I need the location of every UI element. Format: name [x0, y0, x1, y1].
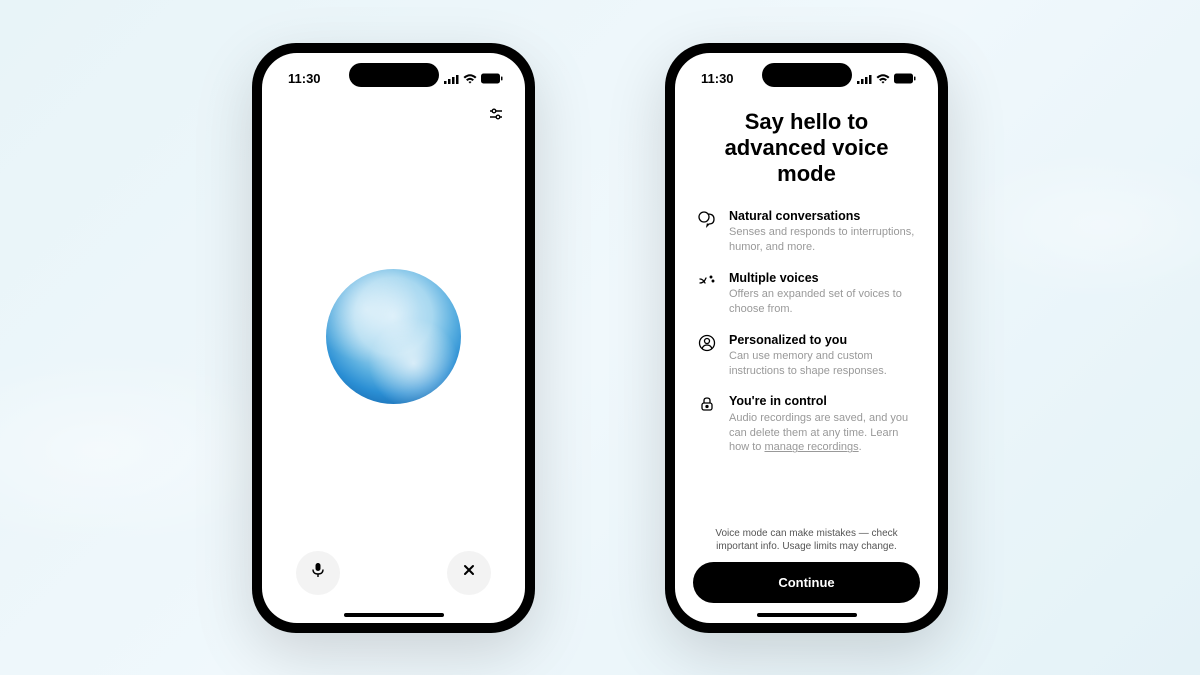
close-button[interactable]: [447, 551, 491, 595]
voice-orb-container: [262, 123, 525, 551]
signal-icon: [857, 74, 872, 84]
status-icons: [857, 73, 916, 84]
feature-title: Personalized to you: [729, 332, 916, 348]
phone-screen: 11:30 Say hello to advanced voice mode: [675, 53, 938, 623]
feature-title: You're in control: [729, 393, 916, 409]
intro-title: Say hello to advanced voice mode: [697, 109, 916, 188]
phone-screen: 11:30: [262, 53, 525, 623]
phone-mockup-voice: 11:30: [252, 43, 535, 633]
feature-list: Natural conversations Senses and respond…: [697, 208, 916, 456]
feature-item-control: You're in control Audio recordings are s…: [697, 393, 916, 455]
voice-orb: [326, 269, 461, 404]
voices-icon: [697, 271, 717, 291]
feature-desc: Audio recordings are saved, and you can …: [729, 411, 916, 456]
feature-desc: Senses and responds to interruptions, hu…: [729, 225, 916, 255]
feature-item-voices: Multiple voices Offers an expanded set o…: [697, 270, 916, 317]
feature-item-natural: Natural conversations Senses and respond…: [697, 208, 916, 255]
manage-recordings-link[interactable]: manage recordings: [764, 441, 858, 453]
notch: [349, 63, 439, 87]
chat-icon: [697, 209, 717, 229]
status-time: 11:30: [701, 71, 734, 86]
wifi-icon: [463, 74, 477, 84]
intro-content: Say hello to advanced voice mode Natural…: [675, 101, 938, 562]
battery-icon: [894, 73, 916, 84]
feature-title: Natural conversations: [729, 208, 916, 224]
disclaimer-text: Voice mode can make mistakes — check imp…: [697, 527, 916, 562]
battery-icon: [481, 73, 503, 84]
feature-title: Multiple voices: [729, 270, 916, 286]
continue-button[interactable]: Continue: [693, 562, 920, 603]
person-icon: [697, 333, 717, 353]
microphone-icon: [309, 561, 327, 584]
lock-icon: [697, 394, 717, 414]
signal-icon: [444, 74, 459, 84]
microphone-button[interactable]: [296, 551, 340, 595]
feature-desc: Offers an expanded set of voices to choo…: [729, 287, 916, 317]
phone-mockup-intro: 11:30 Say hello to advanced voice mode: [665, 43, 948, 633]
status-time: 11:30: [288, 71, 321, 86]
home-indicator: [344, 613, 444, 617]
close-icon: [461, 562, 477, 583]
feature-item-personalized: Personalized to you Can use memory and c…: [697, 332, 916, 379]
feature-desc: Can use memory and custom instructions t…: [729, 349, 916, 379]
sliders-icon[interactable]: [487, 105, 505, 123]
notch: [762, 63, 852, 87]
wifi-icon: [876, 74, 890, 84]
home-indicator: [757, 613, 857, 617]
status-icons: [444, 73, 503, 84]
